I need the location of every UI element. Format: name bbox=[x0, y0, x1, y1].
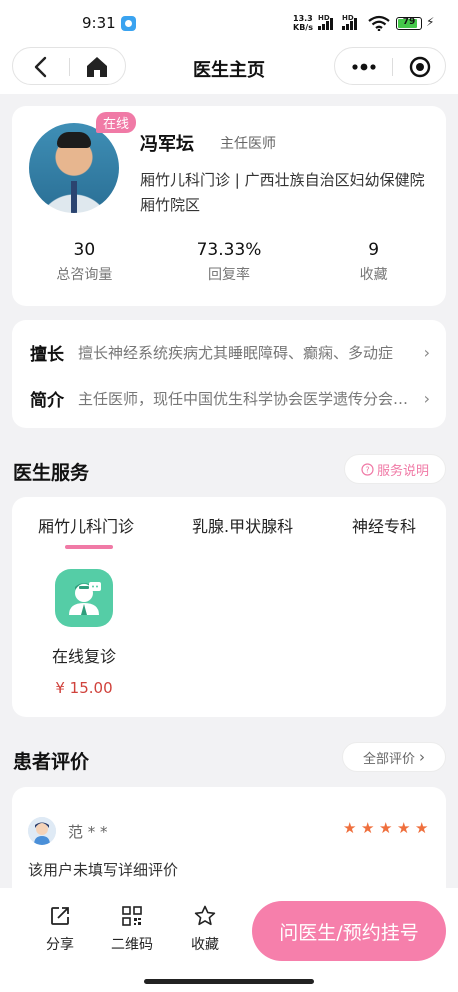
doctor-profile-card: 在线 冯军坛 主任医师 厢竹儿科门诊 | 广西壮族自治区妇幼保健院厢竹院区 30… bbox=[12, 106, 446, 306]
all-reviews-button[interactable]: 全部评价 › bbox=[342, 742, 446, 772]
specialty-text: 擅长神经系统疾病尤其睡眠障碍、癫痫、多动症 bbox=[78, 343, 394, 362]
bottom-action-bar: 分享 二维码 收藏 问医生/预约挂号 bbox=[0, 888, 458, 992]
doctor-icon bbox=[69, 582, 101, 615]
share-button[interactable]: 分享 bbox=[35, 904, 85, 954]
question-icon: ? bbox=[361, 462, 374, 476]
app-notification-icon bbox=[121, 16, 136, 31]
services-card: 厢竹儿科门诊 乳腺.甲状腺科 神经专科 在线复诊 ¥ 15.00 bbox=[12, 497, 446, 717]
stat-value: 73.33% bbox=[196, 240, 262, 260]
reviewer-name: 范 * * bbox=[68, 823, 108, 841]
stat-reply-rate: 73.33% 回复率 bbox=[157, 240, 302, 284]
stat-consultations: 30 总咨询量 bbox=[12, 240, 157, 284]
service-price: ¥ 15.00 bbox=[55, 679, 113, 697]
nav-bar: 医生主页 bbox=[0, 44, 458, 94]
doctor-stats: 30 总咨询量 73.33% 回复率 9 收藏 bbox=[12, 240, 446, 284]
stat-value: 9 bbox=[368, 240, 380, 260]
star-icon: ★ bbox=[415, 819, 429, 837]
star-icon: ★ bbox=[397, 819, 411, 837]
home-indicator bbox=[144, 979, 314, 984]
star-outline-icon bbox=[194, 905, 216, 926]
more-icon[interactable] bbox=[349, 57, 379, 77]
doctor-name: 冯军坛 bbox=[140, 134, 194, 155]
service-tabs: 厢竹儿科门诊 乳腺.甲状腺科 神经专科 bbox=[12, 513, 446, 543]
doctor-avatar bbox=[29, 123, 119, 213]
service-help-label: 服务说明 bbox=[376, 463, 429, 479]
review-card: 范 * * ★ ★ ★ ★ ★ 该用户未填写详细评价 bbox=[12, 787, 446, 897]
share-label: 分享 bbox=[46, 937, 74, 953]
signal-icon-2 bbox=[342, 16, 357, 30]
share-icon bbox=[51, 907, 69, 925]
qrcode-label: 二维码 bbox=[111, 937, 153, 953]
stat-label: 回复率 bbox=[208, 267, 250, 283]
qrcode-button[interactable]: 二维码 bbox=[107, 904, 157, 954]
all-reviews-label: 全部评价 bbox=[362, 751, 415, 767]
stat-label: 总咨询量 bbox=[56, 267, 113, 283]
qrcode-icon bbox=[122, 906, 142, 926]
bio-label: 简介 bbox=[30, 390, 64, 411]
doctor-title: 主任医师 bbox=[220, 136, 276, 152]
capsule-divider bbox=[392, 58, 393, 76]
tab-breast-thyroid[interactable]: 乳腺.甲状腺科 bbox=[192, 513, 293, 537]
battery-icon: 79 bbox=[396, 17, 422, 30]
charging-icon: ⚡ bbox=[426, 15, 435, 29]
online-revisit-service-icon[interactable] bbox=[55, 569, 113, 627]
net-speed-unit: KB/s bbox=[293, 23, 313, 32]
bio-row[interactable]: 简介 主任医师，现任中国优生科学协会医学遗传分会委员 › bbox=[30, 383, 430, 413]
review-rating: ★ ★ ★ ★ ★ bbox=[343, 821, 430, 836]
online-badge: 在线 bbox=[96, 112, 137, 133]
services-title: 医生服务 bbox=[13, 462, 90, 484]
specialty-row[interactable]: 擅长 擅长神经系统疾病尤其睡眠障碍、癫痫、多动症 › bbox=[30, 337, 430, 367]
doctor-intro-card: 擅长 擅长神经系统疾病尤其睡眠障碍、癫痫、多动症 › 简介 主任医师，现任中国优… bbox=[12, 320, 446, 428]
stat-favorites: 9 收藏 bbox=[301, 240, 446, 284]
user-avatar-icon bbox=[28, 817, 56, 845]
signal-icon-1 bbox=[318, 16, 333, 30]
svg-text:?: ? bbox=[365, 465, 369, 474]
wifi-icon bbox=[368, 15, 390, 31]
doctor-hospital: 厢竹儿科门诊 | 广西壮族自治区妇幼保健院厢竹院区 bbox=[140, 171, 425, 214]
favorite-label: 收藏 bbox=[191, 937, 219, 953]
tab-xiangzhu-pediatrics[interactable]: 厢竹儿科门诊 bbox=[38, 513, 134, 537]
status-bar: 9:31 13.3 KB/s HD HD 79 ⚡ bbox=[0, 0, 458, 44]
chevron-right-icon: › bbox=[423, 342, 430, 362]
service-name: 在线复诊 bbox=[51, 647, 116, 666]
review-text: 该用户未填写详细评价 bbox=[28, 861, 179, 879]
chevron-right-icon: › bbox=[419, 748, 425, 766]
miniapp-capsule bbox=[334, 47, 446, 85]
service-help-button[interactable]: ? 服务说明 bbox=[344, 454, 446, 484]
reviewer-avatar bbox=[28, 817, 56, 845]
consult-book-button[interactable]: 问医生/预约挂号 bbox=[252, 901, 446, 961]
specialty-label: 擅长 bbox=[30, 344, 64, 365]
net-speed-value: 13.3 bbox=[293, 14, 313, 23]
chevron-right-icon: › bbox=[423, 388, 430, 408]
battery-level: 79 bbox=[402, 17, 416, 27]
star-icon: ★ bbox=[343, 819, 357, 837]
tab-neurology[interactable]: 神经专科 bbox=[352, 513, 416, 537]
net-speed: 13.3 KB/s bbox=[293, 14, 313, 32]
active-tab-indicator bbox=[65, 545, 113, 549]
close-miniapp-icon[interactable] bbox=[409, 56, 431, 78]
stat-value: 30 bbox=[73, 240, 96, 260]
status-time: 9:31 bbox=[82, 14, 116, 32]
reviews-title: 患者评价 bbox=[13, 751, 90, 773]
favorite-button[interactable]: 收藏 bbox=[180, 904, 230, 954]
bio-text: 主任医师，现任中国优生科学协会医学遗传分会委员 bbox=[78, 389, 416, 408]
star-icon: ★ bbox=[361, 819, 375, 837]
stat-label: 收藏 bbox=[359, 267, 388, 283]
star-icon: ★ bbox=[379, 819, 393, 837]
